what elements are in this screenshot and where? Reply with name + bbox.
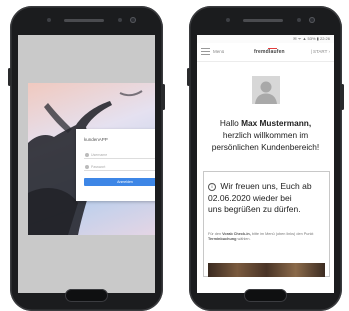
status-bar: ✉ ᯤ ▲ 53% ▮ 22:26 <box>197 35 334 43</box>
info-line-2: 02.06.2020 wieder bei <box>208 192 292 203</box>
left-phone: kundenAPP Username Passwort Anmelden <box>8 6 165 311</box>
volume-button <box>187 68 190 86</box>
user-placeholder-icon <box>255 81 277 104</box>
sensor-icon <box>118 18 122 22</box>
sensor-icon <box>47 18 51 22</box>
earpiece-speaker <box>243 19 283 22</box>
customer-name: Max Mustermann, <box>241 118 312 128</box>
volume-button <box>8 68 11 86</box>
info-icon: i <box>208 183 216 191</box>
info-box: i Wir freuen uns, Euch ab 02.06.2020 wie… <box>203 171 330 277</box>
hint-bold-2: Terminbuchung <box>208 237 237 242</box>
promo-image <box>208 263 325 277</box>
sensor-icon <box>297 18 301 22</box>
lock-icon <box>85 165 89 169</box>
home-button[interactable] <box>65 289 108 302</box>
power-button <box>341 84 344 110</box>
hint-text-2: bitte im Menü (oben links) den Punkt <box>251 232 314 236</box>
checkin-hint: Für den Vorab Check-in, bitte im Menü (o… <box>208 232 327 242</box>
greeting-hello: Hallo <box>219 118 239 128</box>
hint-text-3: wählen. <box>237 237 251 242</box>
app-bar: Menü fremdlaufen | START › <box>197 43 334 62</box>
info-line-1: Wir freuen uns, Euch ab <box>220 181 312 191</box>
hint-text-1: Für den <box>208 232 222 236</box>
greeting-line-3: persönlichen Kundenbereich! <box>211 142 320 152</box>
reopening-message: i Wir freuen uns, Euch ab 02.06.2020 wie… <box>208 181 326 216</box>
login-title: kundenAPP <box>84 137 108 142</box>
brand-logo: fremdlaufen <box>254 49 285 55</box>
right-screen: ✉ ᯤ ▲ 53% ▮ 22:26 Menü fremdlaufen | STA… <box>197 35 334 293</box>
avatar <box>252 76 280 104</box>
front-camera-icon <box>309 17 315 23</box>
brand-accent-mark <box>268 48 277 49</box>
start-link[interactable]: | START › <box>311 48 330 56</box>
password-placeholder: Passwort <box>91 165 106 169</box>
info-line-3: uns begrüßen zu dürfen. <box>208 204 301 215</box>
greeting-line-2: herzlich willkommen im <box>222 130 309 140</box>
right-phone: ✉ ᯤ ▲ 53% ▮ 22:26 Menü fremdlaufen | STA… <box>187 6 344 311</box>
greeting: Hallo Max Mustermann, herzlich willkomme… <box>197 117 334 153</box>
user-icon <box>85 153 89 157</box>
login-card: kundenAPP Username Passwort Anmelden <box>76 129 155 201</box>
power-button <box>162 84 165 110</box>
sensor-icon <box>226 18 230 22</box>
username-input[interactable]: Username <box>84 151 155 159</box>
front-camera-icon <box>130 17 136 23</box>
hint-bold-1: Vorab Check-in, <box>222 232 251 236</box>
earpiece-speaker <box>64 19 104 22</box>
home-button[interactable] <box>244 289 287 302</box>
hamburger-menu-icon[interactable] <box>201 48 210 55</box>
menu-label[interactable]: Menü <box>213 48 224 56</box>
password-input[interactable]: Passwort <box>84 163 155 171</box>
login-button[interactable]: Anmelden <box>84 178 155 186</box>
username-placeholder: Username <box>91 153 108 157</box>
left-screen: kundenAPP Username Passwort Anmelden <box>18 35 155 293</box>
